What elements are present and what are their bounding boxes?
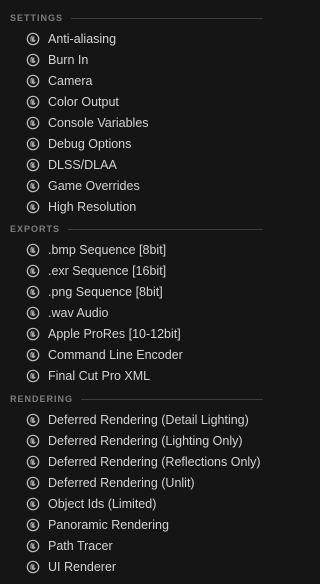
unreal-logo-icon [26,497,40,511]
menu-item-label: Debug Options [48,136,132,151]
menu-item-label: Deferred Rendering (Unlit) [48,475,195,490]
unreal-logo-icon [26,116,40,130]
unreal-logo-icon [26,74,40,88]
rendering-section: RENDERING Deferred Rendering (Detail Lig… [0,389,273,577]
unreal-logo-icon [26,327,40,341]
menu-item-color-output[interactable]: Color Output [0,91,273,112]
menu-item-label: Game Overrides [48,178,140,193]
add-setting-menu: SETTINGS Anti-aliasing Burn In Camera Color… [0,0,273,584]
menu-item-label: .bmp Sequence [8bit] [48,242,167,257]
menu-item-deferred-rendering-detail-lighting[interactable]: Deferred Rendering (Detail Lighting) [0,409,273,430]
unreal-logo-icon [26,434,40,448]
unreal-logo-icon [26,560,40,574]
unreal-logo-icon [26,539,40,553]
menu-item-label: Color Output [48,94,119,109]
menu-item-anti-aliasing[interactable]: Anti-aliasing [0,28,273,49]
menu-item-label: High Resolution [48,199,137,214]
menu-item-panoramic-rendering[interactable]: Panoramic Rendering [0,514,273,535]
menu-item-label: Deferred Rendering (Detail Lighting) [48,412,249,427]
menu-item-label: Camera [48,73,93,88]
menu-item-label: UI Renderer [48,559,117,574]
section-header-rendering: RENDERING [0,389,273,409]
menu-item-png-sequence-8bit[interactable]: .png Sequence [8bit] [0,281,273,302]
menu-item-label: Panoramic Rendering [48,517,169,532]
menu-item-apple-prores-10-12bit[interactable]: Apple ProRes [10-12bit] [0,323,273,344]
exports-list: .bmp Sequence [8bit] .exr Sequence [16bit… [0,239,273,386]
menu-item-label: Anti-aliasing [48,31,117,46]
menu-item-label: DLSS/DLAA [48,157,117,172]
menu-item-label: .wav Audio [48,305,109,320]
unreal-logo-icon [26,348,40,362]
unreal-logo-icon [26,369,40,383]
unreal-logo-icon [26,179,40,193]
menu-item-path-tracer[interactable]: Path Tracer [0,535,273,556]
settings-section: SETTINGS Anti-aliasing Burn In Camera Color… [0,8,273,217]
menu-item-object-ids-limited[interactable]: Object Ids (Limited) [0,493,273,514]
menu-item-high-resolution[interactable]: High Resolution [0,196,273,217]
menu-item-command-line-encoder[interactable]: Command Line Encoder [0,344,273,365]
menu-item-label: Console Variables [48,115,149,130]
menu-item-ui-renderer[interactable]: UI Renderer [0,556,273,577]
menu-item-label: Deferred Rendering (Reflections Only) [48,454,261,469]
section-title: SETTINGS [10,13,64,23]
section-divider [81,399,263,400]
menu-item-label: Object Ids (Limited) [48,496,157,511]
menu-item-label: Burn In [48,52,89,67]
menu-item-deferred-rendering-lighting-only[interactable]: Deferred Rendering (Lighting Only) [0,430,273,451]
section-divider [68,229,263,230]
unreal-logo-icon [26,32,40,46]
unreal-logo-icon [26,518,40,532]
menu-item-label: Command Line Encoder [48,347,183,362]
unreal-logo-icon [26,200,40,214]
unreal-logo-icon [26,264,40,278]
rendering-list: Deferred Rendering (Detail Lighting) Defe… [0,409,273,577]
menu-item-debug-options[interactable]: Debug Options [0,133,273,154]
unreal-logo-icon [26,476,40,490]
menu-item-bmp-sequence-8bit[interactable]: .bmp Sequence [8bit] [0,239,273,260]
menu-item-deferred-rendering-reflections-only[interactable]: Deferred Rendering (Reflections Only) [0,451,273,472]
menu-item-exr-sequence-16bit[interactable]: .exr Sequence [16bit] [0,260,273,281]
menu-item-camera[interactable]: Camera [0,70,273,91]
unreal-logo-icon [26,285,40,299]
unreal-logo-icon [26,306,40,320]
section-divider [71,18,263,19]
menu-item-label: Final Cut Pro XML [48,368,151,383]
unreal-logo-icon [26,413,40,427]
menu-item-burn-in[interactable]: Burn In [0,49,273,70]
menu-item-label: .png Sequence [8bit] [48,284,163,299]
unreal-logo-icon [26,158,40,172]
menu-item-label: .exr Sequence [16bit] [48,263,167,278]
unreal-logo-icon [26,455,40,469]
menu-item-wav-audio[interactable]: .wav Audio [0,302,273,323]
exports-section: EXPORTS .bmp Sequence [8bit] .exr Sequenc… [0,219,273,386]
menu-item-label: Deferred Rendering (Lighting Only) [48,433,243,448]
menu-item-final-cut-pro-xml[interactable]: Final Cut Pro XML [0,365,273,386]
menu-item-console-variables[interactable]: Console Variables [0,112,273,133]
section-title: RENDERING [10,394,74,404]
settings-list: Anti-aliasing Burn In Camera Color Output Co… [0,28,273,217]
menu-item-dlss-dlaa[interactable]: DLSS/DLAA [0,154,273,175]
unreal-logo-icon [26,243,40,257]
menu-item-deferred-rendering-unlit[interactable]: Deferred Rendering (Unlit) [0,472,273,493]
unreal-logo-icon [26,53,40,67]
unreal-logo-icon [26,95,40,109]
section-title: EXPORTS [10,224,61,234]
menu-item-game-overrides[interactable]: Game Overrides [0,175,273,196]
menu-item-label: Path Tracer [48,538,113,553]
menu-item-label: Apple ProRes [10-12bit] [48,326,181,341]
unreal-logo-icon [26,137,40,151]
section-header-settings: SETTINGS [0,8,273,28]
section-header-exports: EXPORTS [0,219,273,239]
